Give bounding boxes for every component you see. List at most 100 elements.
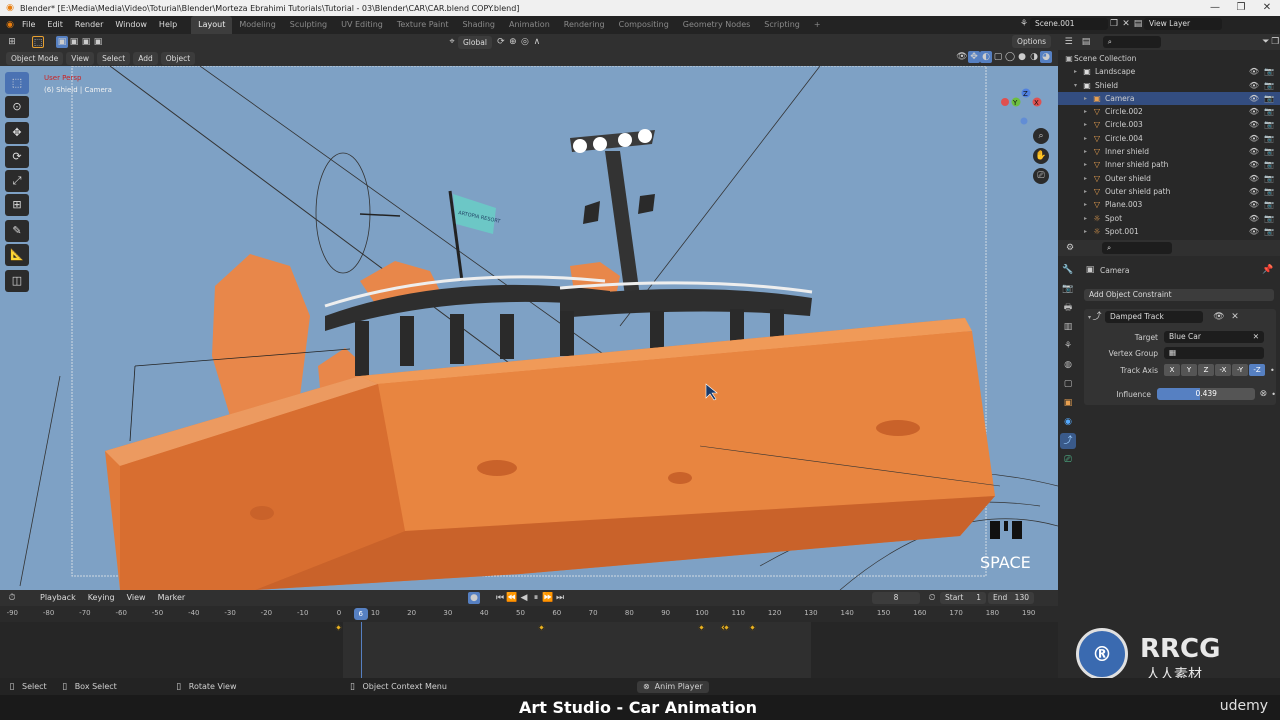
jump-end-icon[interactable]: ⏭	[554, 592, 566, 604]
mode-dropdown[interactable]: Object Mode	[6, 51, 64, 65]
pause-icon[interactable]: ⏸	[530, 592, 542, 604]
pivot-icon[interactable]: ⟳	[495, 36, 507, 48]
select-mode-new-icon[interactable]: ▣	[56, 36, 68, 48]
expand-triangle-icon[interactable]: ▸	[1084, 158, 1092, 171]
select-menu[interactable]: Select	[97, 51, 131, 65]
expand-triangle-icon[interactable]: ▸	[1084, 92, 1092, 105]
new-collection-icon[interactable]: ❐	[1271, 36, 1280, 48]
scene-tab-icon[interactable]: ⚘	[1060, 338, 1076, 354]
collection-tab-icon[interactable]: ▢	[1060, 376, 1076, 392]
record-icon[interactable]: ●	[468, 592, 480, 604]
rotate-icon[interactable]: ⟳	[5, 146, 29, 168]
render-camera-icon[interactable]: 📷	[1264, 198, 1274, 211]
3d-viewport[interactable]: ARTOPIA RESORT SPACE Y X Z User Persp (6…	[0, 66, 1058, 590]
tab-texture-paint[interactable]: Texture Paint	[390, 16, 456, 34]
constraint-name-field[interactable]: Damped Track	[1105, 311, 1204, 323]
visibility-eye-icon[interactable]: 👁	[1249, 132, 1259, 145]
track-axis-button[interactable]: -Y	[1232, 364, 1248, 376]
constraint-visibility-icon[interactable]: 👁	[1213, 311, 1225, 323]
transform-orientation-dropdown[interactable]: Global	[458, 35, 492, 49]
visibility-eye-icon[interactable]: 👁	[1249, 158, 1259, 171]
end-frame-field[interactable]: End 130	[988, 592, 1034, 604]
expand-triangle-icon[interactable]: ▸	[1074, 65, 1082, 78]
timeline-editor-icon[interactable]: ⏱	[6, 592, 18, 604]
anim-player-badge[interactable]: ⊗ Anim Player	[636, 680, 709, 693]
add-menu[interactable]: Add	[133, 51, 158, 65]
scale-icon[interactable]: ⤢	[5, 170, 29, 192]
playhead-frame-label[interactable]: 6	[353, 608, 368, 620]
outliner-type-icon[interactable]: ☰	[1064, 36, 1073, 48]
prev-key-icon[interactable]: ⏪	[506, 592, 518, 604]
track-axis-button[interactable]: -X	[1215, 364, 1231, 376]
expand-triangle-icon[interactable]: ▸	[1084, 118, 1092, 131]
select-box-icon[interactable]: ⬚	[5, 72, 29, 94]
tab-uv-editing[interactable]: UV Editing	[334, 16, 390, 34]
tab-geometry-nodes[interactable]: Geometry Nodes	[676, 16, 757, 34]
target-field[interactable]: Blue Car ✕	[1164, 331, 1264, 343]
keyframe-diamond[interactable]	[334, 623, 343, 632]
expand-triangle-icon[interactable]: ▸	[1084, 225, 1092, 238]
timeline-ruler[interactable]: -90 -80 -70 -60 -50 -40 -30 -20 -10 0 10 20 30 40 50 60…	[0, 606, 1058, 622]
expand-triangle-icon[interactable]: ▸	[1084, 145, 1092, 158]
select-mode-subtract-icon[interactable]: ▣	[80, 36, 92, 48]
outliner-root[interactable]: ▣ Scene Collection	[1058, 52, 1280, 65]
scene-name-field[interactable]: Scene.001	[1030, 18, 1108, 30]
tab-sculpting[interactable]: Sculpting	[283, 16, 334, 34]
visibility-eye-icon[interactable]: 👁	[1249, 105, 1259, 118]
tab-animation[interactable]: Animation	[502, 16, 557, 34]
minimize-button[interactable]: —	[1202, 0, 1228, 16]
data-tab-icon[interactable]: ⎚	[1060, 452, 1076, 468]
outliner-item[interactable]: ▸ ▽ Plane.003 👁 📷	[1058, 198, 1280, 211]
current-frame-field[interactable]: 8	[872, 592, 920, 604]
view-layer-field[interactable]: View Layer	[1144, 18, 1222, 30]
track-axis-button[interactable]: Z	[1198, 364, 1214, 376]
track-axis-button[interactable]: X	[1164, 364, 1180, 376]
new-scene-icon[interactable]: ❐	[1108, 18, 1120, 30]
solid-shading-icon[interactable]: ●	[1016, 51, 1028, 63]
editor-type-icon[interactable]: ⊞	[6, 36, 18, 48]
render-camera-icon[interactable]: 📷	[1264, 158, 1274, 171]
physics-tab-icon[interactable]: ◉	[1060, 414, 1076, 430]
render-tab-icon[interactable]: 📷	[1060, 281, 1076, 297]
track-axis-button[interactable]: Y	[1181, 364, 1197, 376]
view-menu[interactable]: View	[66, 51, 95, 65]
add-constraint-dropdown[interactable]: Add Object Constraint	[1084, 289, 1274, 301]
outliner-item[interactable]: ▸ ▽ Outer shield 👁 📷	[1058, 172, 1280, 185]
visibility-icon[interactable]: 👁	[956, 51, 968, 63]
delete-scene-icon[interactable]: ✕	[1120, 18, 1132, 30]
rendered-shading-icon[interactable]: ◕	[1040, 51, 1052, 63]
anim-player-close-icon[interactable]: ⊗	[643, 682, 650, 691]
expand-triangle-icon[interactable]: ▸	[1084, 132, 1092, 145]
outliner-item[interactable]: ▸ ☼ Spot.001 👁 📷	[1058, 225, 1280, 238]
world-tab-icon[interactable]: ◍	[1060, 357, 1076, 373]
render-camera-icon[interactable]: 📷	[1264, 212, 1274, 225]
menu-help[interactable]: Help	[153, 16, 183, 34]
cursor-icon[interactable]: ⊙	[5, 96, 29, 118]
wireframe-shading-icon[interactable]: ◯	[1004, 51, 1016, 63]
select-mode-extend-icon[interactable]: ▣	[68, 36, 80, 48]
zoom-icon[interactable]: ⌕	[1033, 128, 1049, 144]
outliner-item[interactable]: ▸ ▽ Outer shield path 👁 📷	[1058, 185, 1280, 198]
expand-triangle-icon[interactable]: ▾	[1074, 79, 1082, 92]
add-workspace-button[interactable]: +	[807, 16, 828, 34]
render-camera-icon[interactable]: 📷	[1264, 185, 1274, 198]
constraint-tab-icon[interactable]: ⤴	[1060, 433, 1076, 449]
outliner-item[interactable]: ▸ ▣ Landscape 👁 📷	[1058, 65, 1280, 78]
outliner-item[interactable]: ▾ ▣ Shield 👁 📷	[1058, 79, 1280, 92]
visibility-eye-icon[interactable]: 👁	[1249, 65, 1259, 78]
tab-modeling[interactable]: Modeling	[232, 16, 282, 34]
outliner-item[interactable]: ▸ ▽ Circle.002 👁 📷	[1058, 105, 1280, 118]
timeline-track[interactable]	[0, 622, 1058, 678]
falloff-icon[interactable]: ∧	[531, 36, 543, 48]
visibility-eye-icon[interactable]: 👁	[1249, 92, 1259, 105]
visibility-eye-icon[interactable]: 👁	[1249, 225, 1259, 238]
annotate-icon[interactable]: ✎	[5, 220, 29, 242]
outliner-item[interactable]: ▸ ▽ Inner shield 👁 📷	[1058, 145, 1280, 158]
menu-window[interactable]: Window	[109, 16, 153, 34]
gizmo-icon[interactable]: ✥	[968, 51, 980, 63]
pin-icon[interactable]: 📌	[1262, 264, 1274, 276]
keying-menu[interactable]: Keying	[82, 589, 121, 607]
menu-file[interactable]: File	[16, 16, 41, 34]
expand-triangle-icon[interactable]: ▸	[1084, 198, 1092, 211]
track-axis-button[interactable]: -Z	[1249, 364, 1265, 376]
